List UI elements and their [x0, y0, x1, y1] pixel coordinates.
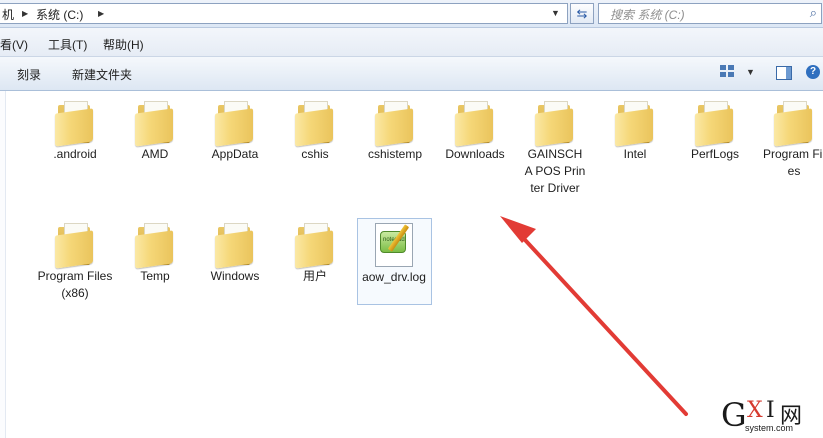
site-watermark-logo: G X I 网 system.com: [721, 396, 821, 436]
watermark-g: G: [721, 396, 747, 434]
watermark-domain: system.com: [745, 423, 794, 433]
watermark-i: I: [766, 398, 775, 423]
watermark-x: X: [747, 398, 763, 423]
annotation-arrow: [500, 216, 688, 416]
